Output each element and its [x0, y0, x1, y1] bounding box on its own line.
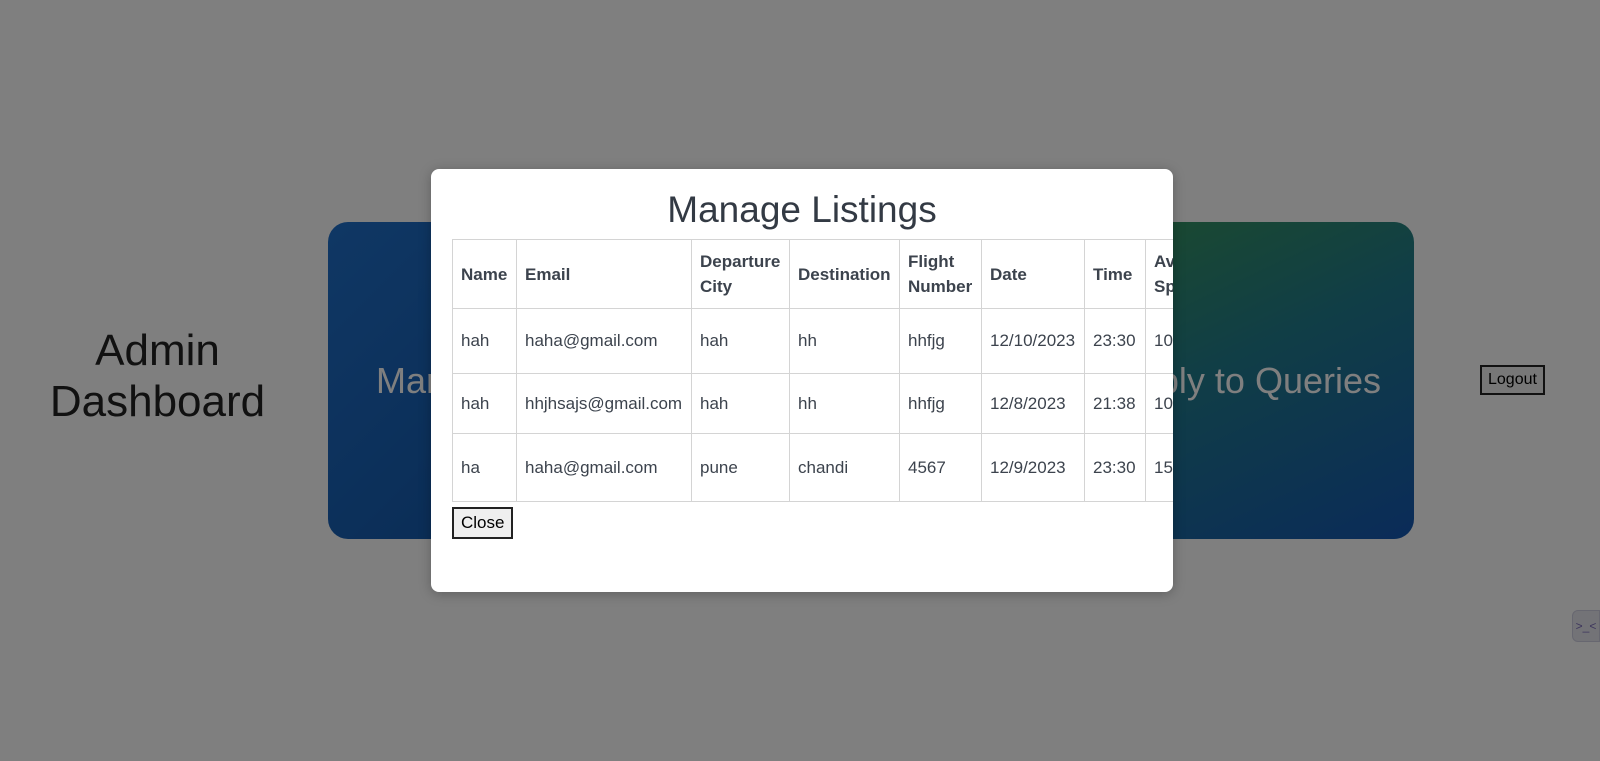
table-cell: hhfjg — [899, 373, 982, 434]
table-cell: haha@gmail.com — [516, 308, 692, 374]
table-cell: 21:38 — [1084, 373, 1146, 434]
table-cell: 12/10/2023 — [981, 308, 1085, 374]
table-cell: hah — [452, 308, 517, 374]
manage-listings-modal: Manage Listings Name Email Departure Cit… — [431, 169, 1173, 592]
table-cell: chandi — [789, 433, 900, 502]
table-cell: 10 — [1145, 308, 1173, 374]
table-cell: 12/8/2023 — [981, 373, 1085, 434]
column-header: Time — [1084, 239, 1146, 309]
table-cell: hah — [691, 373, 790, 434]
table-cell: ha — [452, 433, 517, 502]
table-cell: 23:30 — [1084, 433, 1146, 502]
table-row: ha haha@gmail.com pune chandi 4567 12/9/… — [452, 433, 1173, 502]
column-header: Available Space — [1145, 239, 1173, 309]
table-cell: 15 — [1145, 433, 1173, 502]
table-cell: 10 — [1145, 373, 1173, 434]
column-header: Departure City — [691, 239, 790, 309]
table-cell: hah — [691, 308, 790, 374]
table-cell: haha@gmail.com — [516, 433, 692, 502]
listings-table-container[interactable]: Name Email Departure City Destination Fl… — [452, 239, 1173, 502]
table-cell: hhjhsajs@gmail.com — [516, 373, 692, 434]
table-cell: 4567 — [899, 433, 982, 502]
table-cell: hah — [452, 373, 517, 434]
table-cell: 12/9/2023 — [981, 433, 1085, 502]
close-button[interactable]: Close — [452, 507, 514, 539]
table-cell: hh — [789, 308, 900, 374]
column-header: Flight Number — [899, 239, 982, 309]
column-header: Date — [981, 239, 1085, 309]
column-header: Destination — [789, 239, 900, 309]
table-cell: hhfjg — [899, 308, 982, 374]
table-cell: hh — [789, 373, 900, 434]
listings-table: Name Email Departure City Destination Fl… — [452, 239, 1173, 502]
table-cell: 23:30 — [1084, 308, 1146, 374]
table-header-row: Name Email Departure City Destination Fl… — [452, 239, 1173, 309]
table-row: hah haha@gmail.com hah hh hhfjg 12/10/20… — [452, 308, 1173, 374]
modal-title: Manage Listings — [667, 189, 937, 230]
column-header: Email — [516, 239, 692, 309]
table-cell: pune — [691, 433, 790, 502]
table-row: hah hhjhsajs@gmail.com hah hh hhfjg 12/8… — [452, 373, 1173, 434]
column-header: Name — [452, 239, 517, 309]
